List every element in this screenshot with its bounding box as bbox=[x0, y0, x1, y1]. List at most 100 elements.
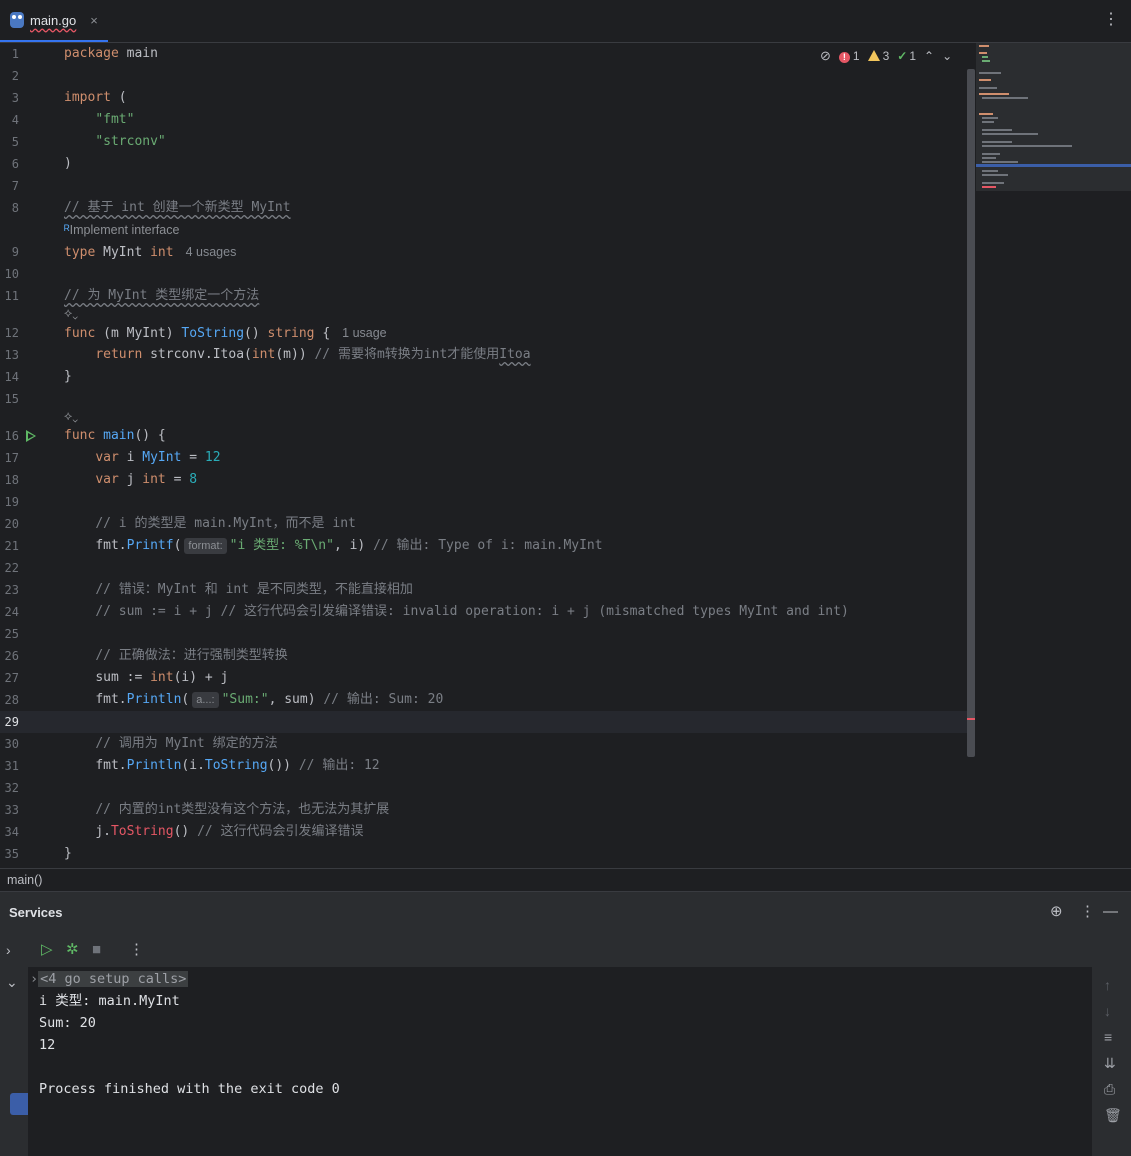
scroll-down-icon[interactable]: ↓ bbox=[1104, 1003, 1111, 1019]
print-icon[interactable]: ⎙ bbox=[1104, 1081, 1115, 1098]
ai-assist-icon[interactable]: ⟡⌄ bbox=[64, 302, 78, 324]
code-line: 13 return strconv.Itoa(int(m)) // 需要将m转换… bbox=[0, 344, 975, 366]
warning-count-label: 3 bbox=[882, 49, 890, 63]
tab-main-go[interactable]: main.go × bbox=[0, 0, 108, 42]
comment: // 这行代码会引发编译错误 bbox=[197, 824, 364, 839]
code-token: Printf bbox=[126, 538, 174, 553]
minimap-line bbox=[982, 117, 998, 119]
code-editor[interactable]: 1 package main 2 3 import ( 4 "fmt" 5 "str… bbox=[0, 43, 975, 867]
code-line: 9 type MyInt int 4 usages bbox=[0, 241, 975, 263]
usages-hint[interactable]: 4 usages bbox=[186, 245, 237, 259]
code-token: func bbox=[64, 428, 96, 443]
previous-problem-icon[interactable]: ⌃ bbox=[924, 49, 934, 63]
warning-count[interactable]: 3 bbox=[867, 49, 890, 63]
debug-icon[interactable]: ✲ bbox=[66, 942, 79, 958]
collapse-icon[interactable]: ⌄ bbox=[6, 974, 18, 991]
minimize-icon[interactable]: — bbox=[1103, 904, 1118, 920]
usages-hint[interactable]: 1 usage bbox=[342, 326, 386, 340]
code-token: string bbox=[267, 326, 315, 341]
code-token: } bbox=[64, 846, 72, 861]
close-tab-icon[interactable]: × bbox=[90, 13, 98, 28]
minimap-line bbox=[979, 93, 1009, 95]
breadcrumb[interactable]: main() bbox=[0, 868, 1131, 891]
line-number: 12 bbox=[4, 326, 19, 340]
reader-mode-icon[interactable]: ⊘ bbox=[820, 48, 831, 64]
console-output[interactable]: › <4 go setup calls> i 类型: main.MyInt Sum… bbox=[28, 967, 1092, 1156]
comment: // i 的类型是 main.MyInt，而不是 int bbox=[95, 516, 356, 531]
code-token: 12 bbox=[204, 450, 221, 465]
line-number: 1 bbox=[11, 47, 19, 61]
line-number: 11 bbox=[4, 289, 19, 303]
code-token: (i) + j bbox=[173, 670, 229, 685]
minimap-line bbox=[979, 45, 989, 47]
error-stripe-marker[interactable] bbox=[967, 718, 975, 720]
line-number: 25 bbox=[4, 627, 19, 641]
expand-icon[interactable]: › bbox=[6, 942, 11, 958]
code-line: 2 bbox=[0, 65, 975, 87]
minimap[interactable] bbox=[976, 43, 1131, 191]
line-number: 20 bbox=[4, 517, 19, 531]
code-line: 24 // sum := i + j // 这行代码会引发编译错误: inval… bbox=[0, 601, 975, 623]
code-token: j. bbox=[95, 824, 111, 839]
code-line: 4 "fmt" bbox=[0, 109, 975, 131]
trash-icon[interactable]: 🗑 bbox=[1104, 1107, 1122, 1124]
minimap-line bbox=[979, 79, 991, 81]
selected-node-indicator[interactable] bbox=[10, 1093, 28, 1115]
next-problem-icon[interactable]: ⌄ bbox=[942, 49, 952, 63]
more-options-icon[interactable]: ⋮ bbox=[1103, 12, 1119, 28]
comment: // 输出: Type of i: main.MyInt bbox=[373, 538, 603, 553]
code-token: } bbox=[64, 369, 72, 384]
code-line: 8 // 基于 int 创建一个新类型 MyInt bbox=[0, 197, 975, 219]
comment: // 调用为 MyInt 绑定的方法 bbox=[95, 736, 278, 751]
code-line: 19 bbox=[0, 491, 975, 513]
minimap-line bbox=[982, 129, 1012, 131]
ok-count[interactable]: ✓ 1 bbox=[897, 49, 916, 63]
error-icon: ! bbox=[838, 52, 850, 63]
minimap-line bbox=[982, 157, 996, 159]
code-token: fmt. bbox=[95, 692, 127, 707]
code-line: 15 bbox=[0, 388, 975, 410]
setup-calls-fold[interactable]: <4 go setup calls> bbox=[38, 971, 189, 987]
line-number: 2 bbox=[11, 69, 19, 83]
editor-scrollbar[interactable] bbox=[967, 69, 975, 757]
code-token: "i 类型: %T\n" bbox=[229, 538, 334, 553]
line-number: 24 bbox=[4, 605, 19, 619]
error-count[interactable]: ! 1 bbox=[838, 49, 860, 63]
line-number: 10 bbox=[4, 267, 19, 281]
minimap-line bbox=[979, 113, 993, 115]
ai-assist-icon[interactable]: ⟡⌄ bbox=[64, 405, 78, 427]
code-token: MyInt bbox=[142, 450, 182, 465]
implement-interface-hint[interactable]: ᴿImplement interface bbox=[64, 219, 179, 241]
fold-chevron-icon[interactable]: › bbox=[30, 971, 38, 987]
comment: // 需要将m转换为int才能使用 bbox=[314, 347, 500, 362]
services-panel-header: Services ⊕ ⋮ — bbox=[0, 891, 1131, 933]
soft-wrap-icon[interactable]: ≡ bbox=[1104, 1029, 1112, 1045]
minimap-line bbox=[982, 182, 1004, 184]
code-token: ( bbox=[110, 90, 127, 105]
minimap-line bbox=[982, 174, 1008, 176]
locate-icon[interactable]: ⊕ bbox=[1050, 904, 1063, 920]
stop-icon[interactable]: ■ bbox=[92, 942, 101, 958]
code-line: 34 j.ToString() // 这行代码会引发编译错误 bbox=[0, 821, 975, 843]
code-token: type bbox=[64, 245, 96, 260]
go-file-icon bbox=[10, 12, 24, 28]
scroll-to-end-icon[interactable]: ⇊ bbox=[1104, 1055, 1116, 1072]
inspection-widget[interactable]: ⊘ ! 1 3 ✓ 1 ⌃ ⌄ bbox=[820, 48, 952, 64]
code-token: ) bbox=[64, 156, 72, 171]
breadcrumb-item[interactable]: main() bbox=[7, 873, 42, 887]
line-number: 9 bbox=[11, 245, 19, 259]
minimap-viewport[interactable] bbox=[976, 164, 1131, 167]
more-options-icon[interactable]: ⋮ bbox=[1080, 904, 1095, 920]
run-gutter-icon[interactable] bbox=[26, 430, 36, 442]
code-line: 6) bbox=[0, 153, 975, 175]
minimap-line bbox=[982, 161, 1018, 163]
line-number: 28 bbox=[4, 693, 19, 707]
line-number: 7 bbox=[11, 179, 19, 193]
ok-count-label: 1 bbox=[909, 49, 917, 63]
line-number: 15 bbox=[4, 392, 19, 406]
code-line: 20 // i 的类型是 main.MyInt，而不是 int bbox=[0, 513, 975, 535]
comment: // 内置的int类型没有这个方法，也无法为其扩展 bbox=[95, 802, 390, 817]
scroll-up-icon[interactable]: ↑ bbox=[1104, 977, 1111, 993]
more-options-icon[interactable]: ⋮ bbox=[129, 942, 144, 958]
run-icon[interactable]: ▷ bbox=[41, 942, 53, 958]
